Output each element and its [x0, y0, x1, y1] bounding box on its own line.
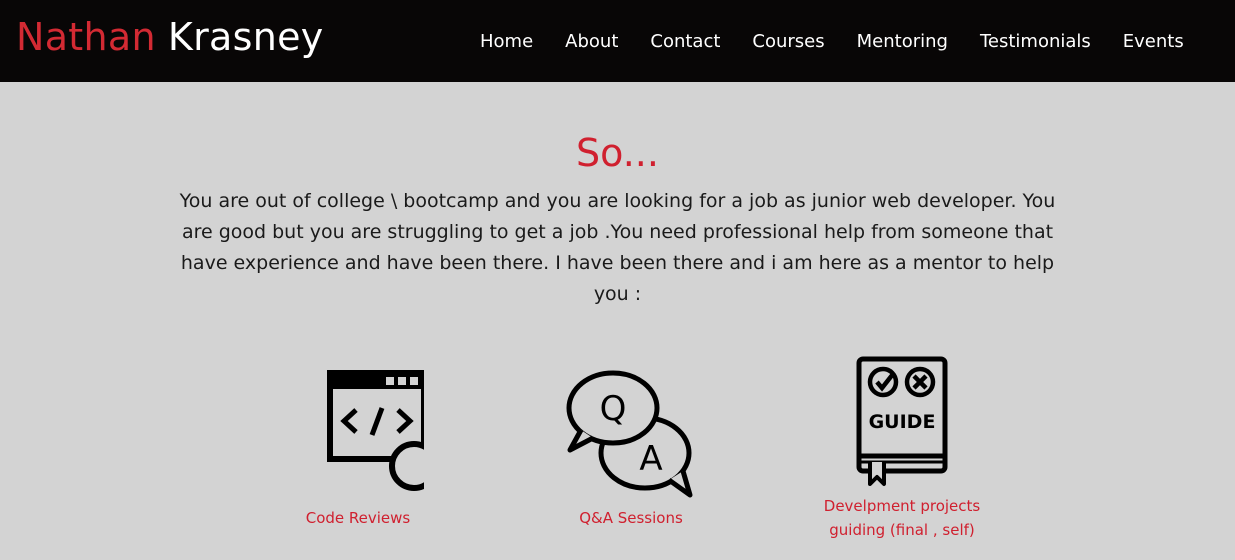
nav-mentoring[interactable]: Mentoring [857, 31, 948, 52]
svg-text:A: A [639, 439, 662, 479]
main-nav: Home About Contact Courses Mentoring Tes… [480, 0, 1184, 82]
service-label-code-reviews[interactable]: Code Reviews [258, 506, 458, 530]
brand-last-name: Krasney [167, 15, 324, 59]
service-code-reviews: Code Reviews [258, 368, 458, 530]
intro-title: So... [576, 131, 659, 175]
guide-book-icon: GUIDE [856, 356, 948, 486]
brand-logo[interactable]: Nathan Krasney [16, 12, 324, 62]
code-review-icon [327, 370, 424, 491]
service-qa-sessions: Q A Q&A Sessions [531, 368, 731, 530]
service-label-qa-sessions[interactable]: Q&A Sessions [531, 506, 731, 530]
guide-icon-text: GUIDE [869, 411, 936, 433]
nav-courses[interactable]: Courses [752, 31, 824, 52]
nav-events[interactable]: Events [1123, 31, 1184, 52]
intro-text: You are out of college \ bootcamp and yo… [179, 190, 1056, 305]
site-header: Nathan Krasney Home About Contact Courses… [0, 0, 1235, 82]
nav-contact[interactable]: Contact [650, 31, 720, 52]
nav-about[interactable]: About [565, 31, 618, 52]
nav-testimonials[interactable]: Testimonials [980, 31, 1091, 52]
nav-home[interactable]: Home [480, 31, 533, 52]
service-label-project-guiding[interactable]: Develpment projects guiding (final , sel… [802, 494, 1002, 542]
qa-bubbles-icon: Q A [566, 370, 693, 498]
service-project-guiding: GUIDE Develpment projects guiding (final… [802, 356, 1002, 542]
brand-first-name: Nathan [16, 15, 156, 59]
intro-section: So... You are out of college \ bootcamp … [0, 128, 1235, 310]
svg-text:Q: Q [600, 389, 627, 429]
